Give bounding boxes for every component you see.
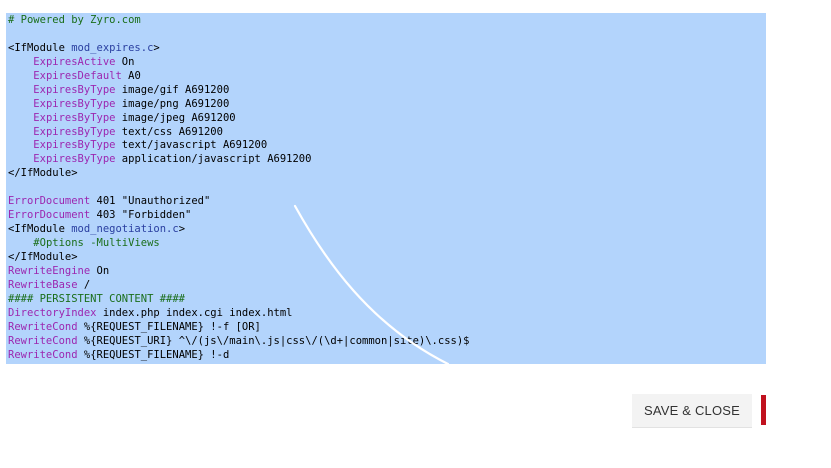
code-line: ExpiresDefault A0 bbox=[8, 70, 469, 84]
code-token-directive: ExpiresActive bbox=[33, 55, 116, 68]
code-token-normal bbox=[8, 153, 33, 165]
code-line: ExpiresByType application/javascript A69… bbox=[8, 153, 469, 167]
code-content[interactable]: # Powered by Zyro.com <IfModule mod_expi… bbox=[8, 14, 469, 362]
code-token-directive: RewriteBase bbox=[8, 278, 78, 291]
code-token-normal: %{REQUEST_URI} ^\/(js\/main\.js|css\/(\d… bbox=[77, 334, 470, 347]
code-token-normal bbox=[8, 139, 33, 151]
code-token-directive: ErrorDocument bbox=[8, 195, 91, 208]
code-line: ErrorDocument 401 "Unauthorized" bbox=[8, 195, 469, 209]
actions-divider bbox=[753, 394, 760, 429]
code-line: ExpiresByType image/gif A691200 bbox=[8, 84, 469, 98]
code-line: # Powered by Zyro.com bbox=[8, 14, 469, 28]
code-token-tag: > bbox=[153, 41, 160, 54]
code-token-directive: ExpiresByType bbox=[33, 111, 116, 124]
code-token-comment: #Options -MultiViews bbox=[33, 237, 160, 249]
code-token-module: mod_expires.c bbox=[71, 41, 154, 54]
code-token-directive: DirectoryIndex bbox=[8, 306, 97, 319]
code-line: </IfModule> bbox=[8, 251, 469, 265]
code-token-tag: <IfModule bbox=[8, 223, 72, 236]
code-token-module: mod_negotiation.c bbox=[71, 223, 179, 236]
code-token-directive: RewriteCond bbox=[8, 334, 78, 347]
code-token-directive: RewriteCond bbox=[8, 320, 78, 333]
code-token-normal: %{REQUEST_FILENAME} !-f [OR] bbox=[77, 320, 261, 333]
code-token-normal: On bbox=[115, 55, 135, 68]
code-token-normal: index.php index.cgi index.html bbox=[96, 306, 293, 319]
code-token-tag: </IfModule> bbox=[8, 167, 78, 180]
htaccess-code-editor[interactable]: # Powered by Zyro.com <IfModule mod_expi… bbox=[6, 13, 766, 364]
code-line: RewriteCond %{REQUEST_URI} ^\/(js\/main\… bbox=[8, 335, 469, 349]
code-token-normal: image/jpeg A691200 bbox=[115, 111, 236, 124]
code-line: <IfModule mod_expires.c> bbox=[8, 42, 469, 56]
code-line: </IfModule> bbox=[8, 167, 469, 181]
code-token-directive: RewriteEngine bbox=[8, 264, 91, 277]
code-token-normal bbox=[8, 84, 33, 96]
code-line: DirectoryIndex index.php index.cgi index… bbox=[8, 307, 469, 321]
code-token-normal: A0 bbox=[121, 69, 141, 82]
code-token-directive: ErrorDocument bbox=[8, 209, 91, 222]
code-line: ExpiresActive On bbox=[8, 56, 469, 70]
code-line: #Options -MultiViews bbox=[8, 237, 469, 251]
code-token-normal: / bbox=[77, 278, 91, 291]
code-token-directive: ExpiresByType bbox=[33, 125, 116, 138]
code-token-normal: image/gif A691200 bbox=[115, 83, 230, 96]
code-token-normal bbox=[8, 56, 33, 68]
code-token-tag: <IfModule bbox=[8, 41, 72, 54]
code-token-directive: ExpiresByType bbox=[33, 139, 116, 152]
code-token-normal bbox=[8, 237, 33, 249]
code-token-normal: On bbox=[90, 264, 110, 277]
code-line: #### PERSISTENT CONTENT #### bbox=[8, 293, 469, 307]
code-token-directive: ExpiresByType bbox=[33, 97, 116, 110]
code-token-comment: # Powered by Zyro.com bbox=[8, 14, 141, 26]
code-token-directive: ExpiresByType bbox=[33, 83, 116, 96]
code-line: ExpiresByType image/png A691200 bbox=[8, 98, 469, 112]
code-token-directive: RewriteCond bbox=[8, 348, 78, 361]
save-close-button[interactable]: SAVE & CLOSE bbox=[632, 394, 752, 428]
code-token-normal: %{REQUEST_FILENAME} !-d bbox=[77, 348, 230, 361]
code-token-normal bbox=[8, 112, 33, 124]
code-line: ExpiresByType text/javascript A691200 bbox=[8, 139, 469, 153]
code-line: ExpiresByType image/jpeg A691200 bbox=[8, 112, 469, 126]
code-token-tag: > bbox=[178, 223, 186, 236]
code-token-normal bbox=[8, 98, 33, 110]
code-token-normal bbox=[8, 70, 33, 82]
code-token-normal: text/css A691200 bbox=[115, 125, 223, 138]
code-token-normal: application/javascript A691200 bbox=[115, 153, 312, 166]
code-token-normal: image/png A691200 bbox=[115, 97, 230, 110]
code-token-normal: text/javascript A691200 bbox=[115, 139, 268, 152]
code-line: RewriteCond %{REQUEST_FILENAME} !-d bbox=[8, 349, 469, 363]
code-token-directive: ExpiresDefault bbox=[33, 69, 122, 82]
code-token-normal bbox=[8, 126, 33, 138]
code-token-directive: ExpiresByType bbox=[33, 153, 116, 166]
code-token-tag: </IfModule> bbox=[8, 250, 78, 263]
code-line: RewriteBase / bbox=[8, 279, 469, 293]
next-button-edge[interactable] bbox=[761, 395, 766, 425]
code-token-normal: 403 "Forbidden" bbox=[90, 209, 192, 222]
code-line: ExpiresByType text/css A691200 bbox=[8, 126, 469, 140]
code-token-normal: 401 "Unauthorized" bbox=[90, 195, 211, 208]
code-line: ErrorDocument 403 "Forbidden" bbox=[8, 209, 469, 223]
code-token-comment: #### PERSISTENT CONTENT #### bbox=[8, 292, 186, 305]
code-line: <IfModule mod_negotiation.c> bbox=[8, 223, 469, 237]
code-line: RewriteEngine On bbox=[8, 265, 469, 279]
code-line: RewriteCond %{REQUEST_FILENAME} !-f [OR] bbox=[8, 321, 469, 335]
